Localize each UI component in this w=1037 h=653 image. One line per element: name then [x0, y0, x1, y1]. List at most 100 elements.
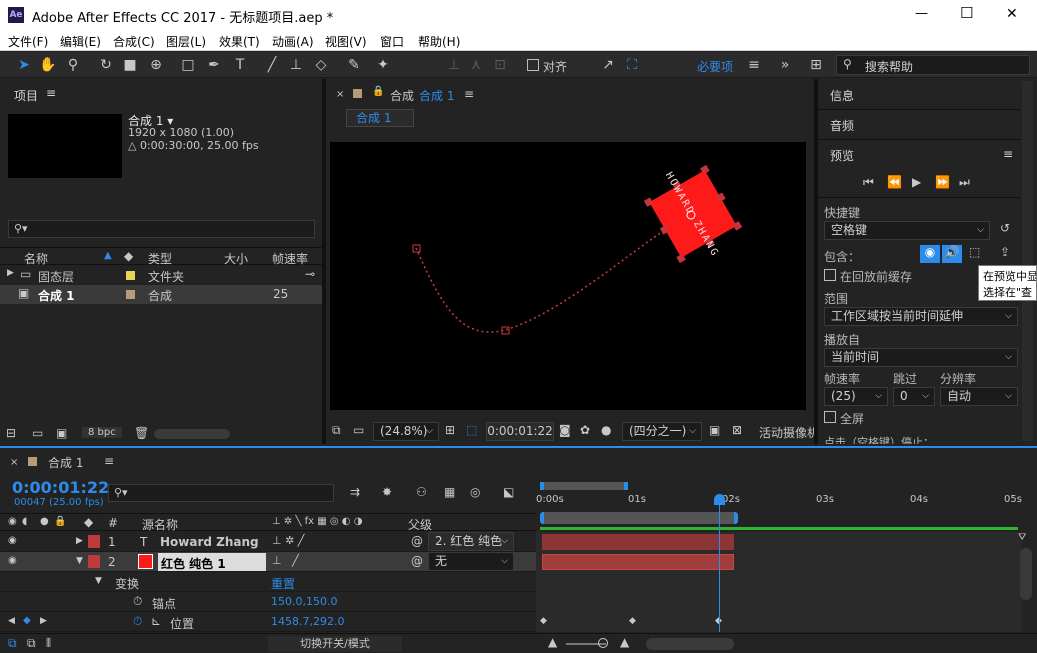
col-name[interactable]: 名称 [24, 250, 48, 267]
toggle-transfer-icon[interactable]: ⧉ [27, 636, 36, 651]
project-search-input[interactable]: ⚲▾ [8, 220, 315, 238]
add-keyframe-icon[interactable]: ◆ [23, 615, 31, 626]
panel-menu-icon[interactable]: ≡ [464, 87, 474, 101]
zoom-out-icon[interactable]: ▲ [548, 635, 557, 649]
selection-tool-icon[interactable]: ➤ [14, 55, 34, 75]
interpret-footage-icon[interactable]: ⊟ [6, 426, 16, 440]
toggle-stretch-icon[interactable]: ⫴ [46, 636, 51, 651]
brush-tool-icon[interactable]: ╱ [262, 55, 282, 75]
flowchart-icon[interactable]: ⊸ [305, 267, 315, 281]
menu-layer[interactable]: 图层(L) [166, 33, 206, 50]
comp-tab-name[interactable]: 合成 1 [419, 87, 454, 104]
collapse-arrow-icon[interactable]: ▼ [95, 576, 102, 586]
project-item-row[interactable]: ▣ 合成 1 合成 25 [0, 285, 322, 304]
audio-panel-tab[interactable]: 音频 [830, 117, 854, 134]
layer-color-swatch[interactable] [88, 535, 100, 548]
next-frame-icon[interactable]: ⏩ [935, 175, 950, 189]
new-folder-icon[interactable]: ▭ [32, 426, 43, 440]
stopwatch-active-icon[interactable]: ⏱ [133, 614, 142, 629]
stopwatch-icon[interactable]: ⏱ [133, 594, 142, 609]
skip-dropdown[interactable]: 0 ⌵ [893, 387, 935, 406]
workspace-essentials[interactable]: 必要项 [697, 58, 733, 75]
timeline-scroll-arrow-icon[interactable]: ⛛ [1018, 532, 1026, 543]
keyframe-diamond[interactable]: ◆ [540, 616, 547, 626]
shortcut-dropdown[interactable]: 空格键 ⌵ [824, 221, 990, 240]
comp-mini-flowchart-icon[interactable]: ⇉ [350, 485, 360, 499]
play-icon[interactable]: ▶ [912, 175, 921, 189]
panel-menu-icon[interactable]: ≡ [1003, 147, 1013, 161]
layer-switches-icon[interactable]: ⊥ ✲ ╱ [272, 534, 304, 547]
panel-menu-icon[interactable]: ≡ [46, 86, 56, 100]
parent-dropdown[interactable]: 2. 红色 纯色 ⌵ [428, 532, 514, 551]
bpc-badge[interactable]: 8 bpc [82, 427, 122, 438]
timeline-timecode[interactable]: 0:00:01:22 [12, 478, 109, 497]
color-channels-icon[interactable]: ● [601, 423, 611, 437]
snap-edge-icon[interactable]: ⛶ [622, 55, 642, 75]
col-source-name[interactable]: 源名称 [142, 516, 178, 533]
anchor-point-row[interactable]: ⏱ 锚点 150.0,150.0 [0, 592, 536, 612]
layer-bar[interactable] [542, 534, 734, 550]
range-dropdown[interactable]: 工作区域按当前时间延伸 ⌵ [824, 307, 1018, 326]
grid-icon[interactable]: ⊞ [445, 423, 455, 437]
layer-switches-icon[interactable]: ⊥ ╱ [272, 554, 299, 567]
last-frame-icon[interactable]: ⏭ [959, 175, 970, 190]
graph-editor-icon[interactable]: ⬕ [503, 485, 514, 499]
comp-subtab[interactable]: 合成 1 [346, 109, 414, 127]
resolution-dropdown[interactable]: 自动 ⌵ [940, 387, 1018, 406]
more-workspaces-icon[interactable]: » [775, 55, 795, 75]
eraser-tool-icon[interactable]: ◇ [311, 55, 331, 75]
frame-blending-icon[interactable]: ▦ [444, 485, 455, 499]
zoom-dropdown[interactable]: (24.8%) ⌵ [373, 422, 439, 441]
info-panel-tab[interactable]: 信息 [830, 87, 854, 104]
toggle-switches-modes[interactable]: 切换开关/模式 [268, 636, 402, 652]
motion-blur-icon[interactable]: ◎ [470, 485, 480, 499]
menu-file[interactable]: 文件(F) [8, 33, 48, 50]
zoom-tool-icon[interactable]: ⚲ [63, 55, 83, 75]
time-ruler-area[interactable]: 0:00s 01s 02s 03s 04s 05s [536, 478, 1022, 526]
position-value[interactable]: 1458.7,292.0 [271, 615, 344, 628]
workspace-menu-icon[interactable]: ≡ [744, 55, 764, 75]
show-snapshot-icon[interactable]: ✿ [580, 423, 590, 437]
roto-brush-tool-icon[interactable]: ✎ [344, 55, 364, 75]
shy-icon[interactable]: ⚇ [416, 485, 427, 499]
menu-window[interactable]: 窗口 [380, 33, 404, 50]
col-type[interactable]: 类型 [148, 250, 172, 267]
transform-row[interactable]: ▼ 变换 重置 [0, 572, 536, 592]
puppet-tool-icon[interactable]: ✦ [373, 55, 393, 75]
collapse-arrow-icon[interactable]: ▼ [76, 556, 83, 566]
sync-settings-icon[interactable]: ⊞ [806, 55, 826, 75]
parent-dropdown[interactable]: 无 ⌵ [428, 552, 514, 571]
col-size[interactable]: 大小 [224, 250, 248, 267]
preview-panel-title[interactable]: 预览 [830, 147, 854, 164]
fullscreen-checkbox[interactable] [824, 411, 836, 423]
lock-icon[interactable]: 🔒 [372, 86, 384, 97]
work-area-nav[interactable] [540, 482, 628, 490]
next-keyframe-icon[interactable]: ▶ [40, 616, 47, 626]
keyframe-diamond[interactable]: ◆ [629, 616, 636, 626]
hand-tool-icon[interactable]: ✋ [38, 55, 58, 75]
new-comp-icon[interactable]: ▣ [56, 426, 67, 440]
timeline-tab-name[interactable]: 合成 1 [48, 454, 83, 471]
type-tool-icon[interactable]: T [230, 55, 250, 75]
timeline-h-scrollbar[interactable] [646, 638, 734, 650]
menu-help[interactable]: 帮助(H) [418, 33, 460, 50]
prev-frame-icon[interactable]: ⏪ [887, 175, 902, 189]
zoom-slider-knob[interactable] [598, 638, 608, 648]
comp-viewer[interactable]: HOWARD ZHANG [330, 142, 806, 410]
pick-whip-icon[interactable]: @ [411, 554, 423, 568]
cache-checkbox[interactable] [824, 269, 836, 281]
trash-icon[interactable]: 🗑 [134, 426, 149, 440]
resolution-dropdown[interactable]: (四分之一) ⌵ [622, 422, 702, 441]
right-scrollbar[interactable] [1022, 81, 1033, 441]
close-button[interactable]: ✕ [1006, 6, 1018, 22]
position-row[interactable]: ◀ ◆ ▶ ⏱ ⊾ 位置 1458.7,292.0 [0, 612, 536, 632]
graph-icon[interactable]: ⊾ [151, 614, 161, 628]
rectangle-tool-icon[interactable]: □ [178, 55, 198, 75]
menu-effect[interactable]: 效果(T) [219, 33, 260, 50]
rotate-tool-icon[interactable]: ↻ [96, 55, 116, 75]
help-search-box[interactable]: ⚲ 搜索帮助 [836, 55, 1030, 75]
overlay-toggle-icon[interactable]: ⬚ [969, 245, 980, 259]
layer-row[interactable]: ◉ ▶ 1 T Howard Zhang ⊥ ✲ ╱ @ 2. 红色 纯色 ⌵ [0, 532, 536, 552]
zoom-in-icon[interactable]: ▲ [620, 635, 629, 649]
pen-tool-icon[interactable]: ✒ [204, 55, 224, 75]
